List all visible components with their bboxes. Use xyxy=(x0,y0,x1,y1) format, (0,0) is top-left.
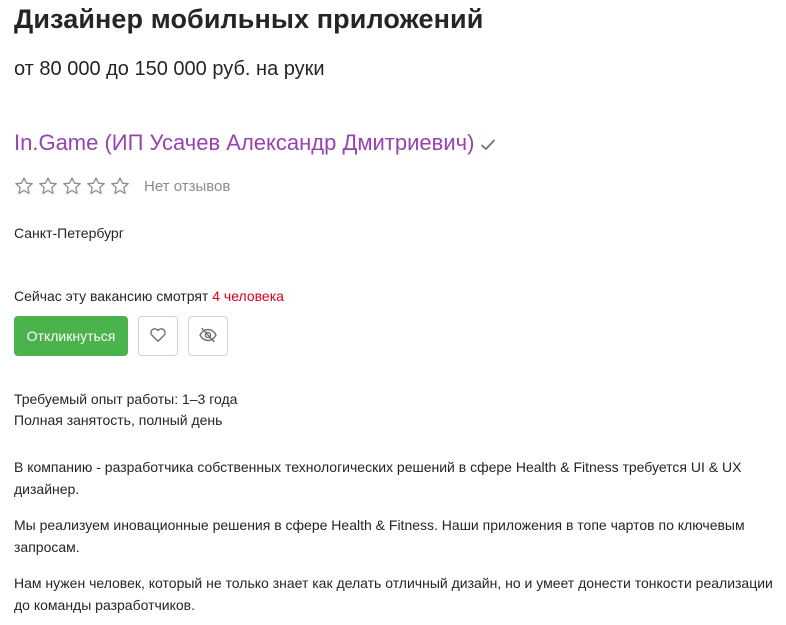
vacancy-page: Дизайнер мобильных приложений от 80 000 … xyxy=(0,0,786,625)
hide-vacancy-button[interactable] xyxy=(188,316,228,356)
description-paragraph: Мы реализуем иновационные решения в сфер… xyxy=(14,517,745,555)
heart-icon xyxy=(149,326,167,347)
vacancy-salary: от 80 000 до 150 000 руб. на руки xyxy=(14,58,325,80)
eye-off-icon xyxy=(198,326,218,347)
star-icon xyxy=(14,176,34,196)
watching-count-text: Сейчас эту вакансию смотрят 4 человека xyxy=(14,288,284,304)
favorite-button[interactable] xyxy=(138,316,178,356)
star-icon xyxy=(86,176,106,196)
watching-prefix: Сейчас эту вакансию смотрят xyxy=(14,288,213,304)
vacancy-details: Требуемый опыт работы: 1–3 года Полная з… xyxy=(14,389,237,431)
employment-text: Полная занятость, полный день xyxy=(14,412,223,428)
employer-block: In.Game (ИП Усачев Александр Дмитриевич) xyxy=(14,130,496,156)
watching-count: 4 человека xyxy=(212,288,284,304)
description-paragraph: Нам нужен человек, который не только зна… xyxy=(14,575,773,613)
experience-text: Требуемый опыт работы: 1–3 года xyxy=(14,391,238,407)
vacancy-city: Санкт-Петербург xyxy=(14,225,124,241)
star-icon xyxy=(110,176,130,196)
employer-rating: Нет отзывов xyxy=(14,176,230,196)
star-icon xyxy=(38,176,58,196)
star-icon xyxy=(62,176,82,196)
description-paragraph: В компанию - разработчика собственных те… xyxy=(14,459,742,497)
vacancy-actions: Откликнуться xyxy=(14,316,228,356)
employer-name-link[interactable]: In.Game (ИП Усачев Александр Дмитриевич) xyxy=(14,130,474,156)
apply-button[interactable]: Откликнуться xyxy=(14,316,128,356)
vacancy-title: Дизайнер мобильных приложений xyxy=(14,4,484,34)
reviews-link[interactable]: Нет отзывов xyxy=(144,178,230,195)
check-icon xyxy=(480,137,496,153)
